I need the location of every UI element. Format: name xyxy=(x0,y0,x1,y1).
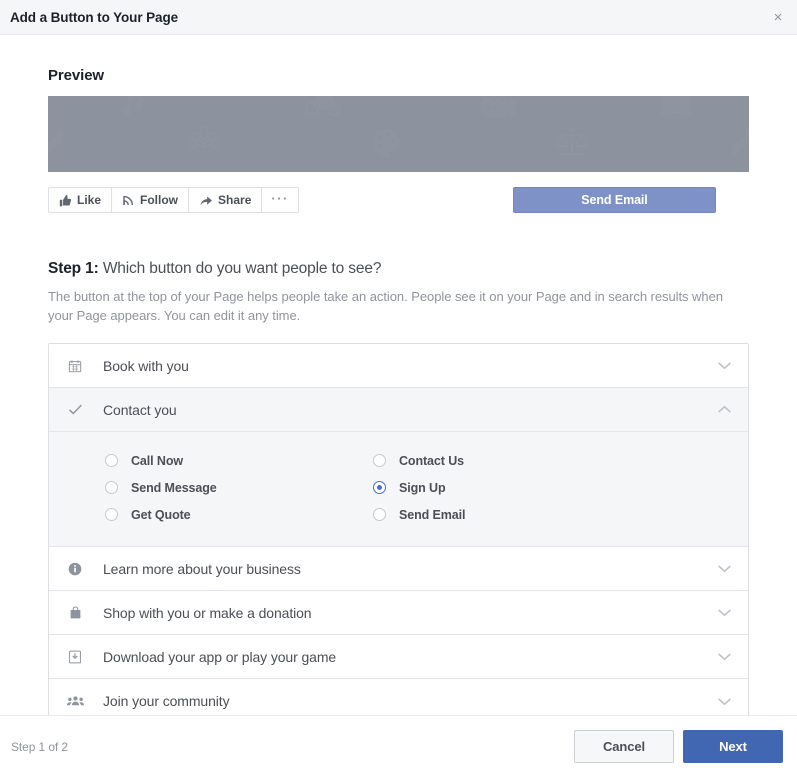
cta-preview-button[interactable]: Send Email xyxy=(513,187,716,213)
radio-option-contact-us[interactable]: Contact Us xyxy=(319,447,748,474)
accordion-row-join-community[interactable]: Join your community xyxy=(49,679,748,715)
radio-label: Get Quote xyxy=(131,507,191,522)
people-group-icon xyxy=(66,695,84,707)
step-question: Which button do you want people to see? xyxy=(102,260,382,277)
accordion-label: Join your community xyxy=(103,693,230,709)
chevron-up-icon[interactable] xyxy=(717,405,732,414)
preview-heading: Preview xyxy=(48,67,105,84)
accordion-row-contact-you[interactable]: Contact you xyxy=(49,388,748,432)
share-label: Share xyxy=(218,193,252,207)
accordion-row-download-app[interactable]: Download your app or play your game xyxy=(49,635,748,679)
radio-label: Sign Up xyxy=(399,480,446,495)
radio-mark[interactable] xyxy=(105,508,118,521)
chevron-down-icon[interactable] xyxy=(717,608,732,617)
thumbs-up-icon xyxy=(59,194,72,207)
chevron-down-icon[interactable] xyxy=(717,652,732,661)
close-icon[interactable]: × xyxy=(769,8,787,26)
radio-label: Call Now xyxy=(131,453,183,468)
radio-mark[interactable] xyxy=(105,481,118,494)
radio-option-send-message[interactable]: Send Message xyxy=(49,474,319,501)
check-icon xyxy=(66,403,84,416)
cancel-button[interactable]: Cancel xyxy=(574,730,674,763)
radio-option-get-quote[interactable]: Get Quote xyxy=(49,501,319,528)
dialog-header: Add a Button to Your Page × xyxy=(0,0,797,35)
accordion-label: Contact you xyxy=(103,401,177,418)
dialog-footer: Step 1 of 2 Cancel Next xyxy=(0,715,797,777)
follow-label: Follow xyxy=(140,193,179,207)
radio-mark[interactable] xyxy=(373,508,386,521)
step-counter: Step 1 of 2 xyxy=(11,739,68,754)
shopping-bag-icon xyxy=(66,605,84,620)
social-actions-bar: Like Follow Share ··· xyxy=(48,187,299,213)
radio-option-call-now[interactable]: Call Now xyxy=(49,447,319,474)
preview-actions-row: Like Follow Share ··· Send Email xyxy=(48,172,749,228)
chevron-down-icon[interactable] xyxy=(717,361,732,370)
radio-label: Send Email xyxy=(399,507,466,522)
radio-mark-selected[interactable] xyxy=(373,481,386,494)
ellipsis-icon: ··· xyxy=(271,190,289,206)
rss-icon xyxy=(122,194,135,207)
accordion-row-shop-with-you[interactable]: Shop with you or make a donation xyxy=(49,591,748,635)
radio-label: Send Message xyxy=(131,480,217,495)
more-options-button[interactable]: ··· xyxy=(262,188,298,212)
radio-option-sign-up[interactable]: Sign Up xyxy=(319,474,748,501)
radio-label: Contact Us xyxy=(399,453,464,468)
step-heading: Step 1: Which button do you want people … xyxy=(48,260,749,278)
calendar-icon xyxy=(66,359,84,373)
contact-options-panel: Call Now Contact Us Send Message Sign Up xyxy=(49,432,748,547)
next-button[interactable]: Next xyxy=(683,730,783,763)
step-description: The button at the top of your Page helps… xyxy=(48,289,723,323)
share-button[interactable]: Share xyxy=(189,188,263,212)
accordion-row-learn-more[interactable]: Learn more about your business xyxy=(49,547,748,591)
cover-photo-preview xyxy=(48,96,749,172)
accordion-row-book-with-you[interactable]: Book with you xyxy=(49,344,748,388)
chevron-down-icon[interactable] xyxy=(717,697,732,706)
step-label: Step 1: xyxy=(48,260,99,277)
radio-mark[interactable] xyxy=(373,454,386,467)
button-category-accordion: Book with you Contact you Call Now Conta… xyxy=(48,343,749,715)
chevron-down-icon[interactable] xyxy=(717,564,732,573)
dialog-title: Add a Button to Your Page xyxy=(10,9,178,25)
share-arrow-icon xyxy=(199,194,213,207)
like-label: Like xyxy=(77,193,102,207)
dialog-body: Preview Like Follow Share ··· Send Email… xyxy=(0,34,797,715)
accordion-label: Shop with you or make a donation xyxy=(103,604,312,621)
radio-option-send-email[interactable]: Send Email xyxy=(319,501,748,528)
accordion-label: Learn more about your business xyxy=(103,560,301,577)
accordion-label: Download your app or play your game xyxy=(103,648,337,665)
download-icon xyxy=(66,650,84,664)
radio-mark[interactable] xyxy=(105,454,118,467)
info-circle-icon xyxy=(66,562,84,576)
like-button[interactable]: Like xyxy=(49,188,113,212)
add-button-dialog: Add a Button to Your Page × Preview Like… xyxy=(0,0,797,777)
footer-buttons: Cancel Next xyxy=(574,730,783,763)
follow-button[interactable]: Follow xyxy=(112,188,190,212)
accordion-label: Book with you xyxy=(103,357,189,374)
